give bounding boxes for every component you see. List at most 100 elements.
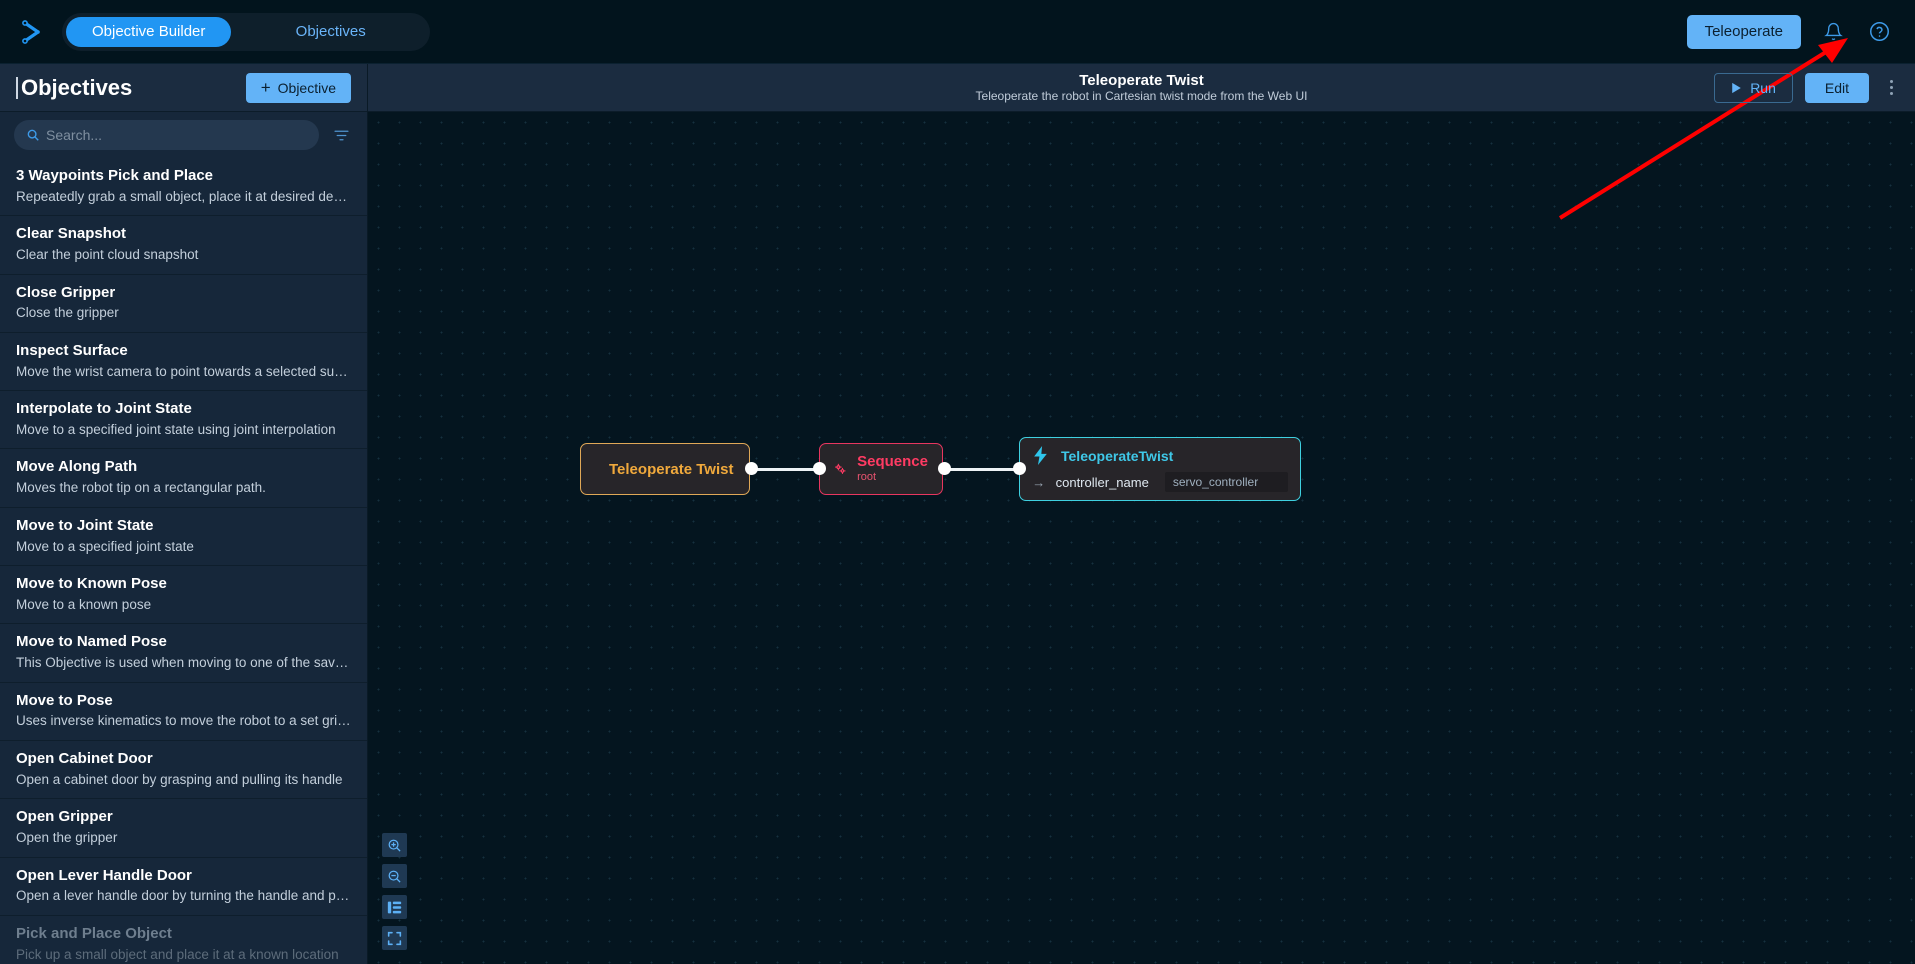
sidebar-header: Objectives + Objective bbox=[0, 64, 367, 112]
fit-screen-icon[interactable] bbox=[382, 926, 407, 950]
search-icon bbox=[27, 129, 39, 141]
port-action-in[interactable] bbox=[1013, 462, 1026, 475]
filter-icon[interactable] bbox=[329, 123, 353, 147]
objective-description: Uses inverse kinematics to move the robo… bbox=[16, 713, 351, 729]
objective-name: Move Along Path bbox=[16, 458, 138, 476]
list-item[interactable]: Close Gripper Close the gripper bbox=[0, 273, 367, 332]
node-action-header: TeleoperateTwist bbox=[1032, 446, 1288, 465]
list-item[interactable]: Move to Named Pose This Objective is used… bbox=[0, 623, 367, 681]
zoom-in-icon[interactable] bbox=[382, 833, 407, 857]
node-sequence[interactable]: Sequence root bbox=[819, 443, 943, 495]
run-button[interactable]: Run bbox=[1714, 72, 1793, 103]
objective-description: Open a lever handle door by turning the … bbox=[16, 888, 351, 904]
tab-objectives[interactable]: Objectives bbox=[235, 17, 426, 47]
list-item[interactable]: Open Cabinet Door Open a cabinet door by … bbox=[0, 739, 367, 798]
edge-objective-to-sequence bbox=[752, 467, 820, 471]
objectives-list[interactable]: 3 Waypoints Pick and Place Repeatedly gra… bbox=[0, 158, 367, 964]
canvas-zoom-controls bbox=[382, 833, 407, 950]
node-teleoperate-twist-objective[interactable]: Teleoperate Twist bbox=[580, 443, 750, 495]
objective-name: 3 Waypoints Pick and Place bbox=[16, 167, 214, 184]
app-root: Objective Builder Objectives Teleoperate bbox=[0, 0, 1915, 964]
tab-objective-builder[interactable]: Objective Builder bbox=[66, 16, 232, 47]
objective-name: Move to Joint State bbox=[16, 516, 154, 534]
objective-name: Pick and Place Object bbox=[16, 924, 172, 942]
graph-panel: Teleoperate Twist Teleoperate the robot … bbox=[368, 64, 1915, 964]
graph-header-actions: Run Edit bbox=[1714, 72, 1901, 103]
mode-tab-group: Objective Builder Objectives bbox=[62, 12, 430, 51]
main-body: Objectives + Objective Search... 3 Waypo… bbox=[0, 64, 1915, 964]
objective-name: Move to Named Pose bbox=[16, 633, 167, 651]
objective-name: Move to Pose bbox=[16, 691, 113, 709]
objective-description: Repeatedly grab a small object, place it… bbox=[16, 188, 351, 204]
objective-description: Move to a specified joint state using jo… bbox=[16, 421, 336, 437]
plus-icon: + bbox=[260, 78, 271, 97]
objective-description: Open a cabinet door by grasping and pull… bbox=[16, 771, 343, 787]
list-item[interactable]: Move Along Path Moves the robot tip on a … bbox=[0, 448, 367, 506]
bell-icon[interactable] bbox=[1819, 18, 1847, 46]
objective-name: Move to Known Pose bbox=[16, 575, 167, 593]
objectives-sidebar: Objectives + Objective Search... 3 Waypo… bbox=[0, 64, 368, 964]
kebab-menu-icon[interactable] bbox=[1881, 75, 1901, 101]
zoom-out-icon[interactable] bbox=[382, 864, 407, 888]
objective-description: This Objective is used when moving to on… bbox=[16, 655, 351, 671]
node-sequence-subtitle: root bbox=[857, 470, 877, 483]
edge-sequence-to-action bbox=[945, 467, 1019, 471]
node-sequence-title: Sequence bbox=[857, 453, 928, 471]
list-item[interactable]: Pick and Place Object Pick up a small obj… bbox=[0, 914, 367, 964]
top-bar: Objective Builder Objectives Teleoperate bbox=[0, 0, 1915, 64]
run-label: Run bbox=[1750, 79, 1776, 96]
node-objective-label: Teleoperate Twist bbox=[609, 460, 734, 478]
graph-header: Teleoperate Twist Teleoperate the robot … bbox=[368, 64, 1915, 112]
objective-description: Moves the robot tip on a rectangular pat… bbox=[16, 480, 266, 496]
behavior-tree-canvas[interactable]: Teleoperate Twist Sequence root Teleoper… bbox=[368, 112, 1915, 964]
objective-description: Pick up a small object and place it at a… bbox=[16, 946, 339, 962]
port-sequence-out[interactable] bbox=[938, 462, 951, 475]
objective-description: Close the gripper bbox=[16, 305, 119, 321]
edit-button[interactable]: Edit bbox=[1804, 72, 1869, 103]
add-objective-label: Objective bbox=[277, 79, 336, 96]
objective-description: Move the wrist camera to point towards a… bbox=[16, 363, 351, 379]
list-item[interactable]: Move to Known Pose Move to a known pose bbox=[0, 565, 367, 623]
chevron-right-logo-icon[interactable] bbox=[10, 10, 54, 54]
search-field-wrapper[interactable] bbox=[14, 120, 319, 150]
list-item[interactable]: Interpolate to Joint State Move to a spec… bbox=[0, 390, 367, 448]
list-item[interactable]: Inspect Surface Move the wrist camera to … bbox=[0, 331, 367, 390]
node-action-param-row: → controller_name servo_controller bbox=[1032, 472, 1288, 492]
objective-name: Inspect Surface bbox=[16, 341, 128, 359]
param-arrow-icon: → bbox=[1032, 474, 1046, 490]
gears-icon bbox=[835, 463, 846, 474]
graph-title: Teleoperate Twist bbox=[1079, 71, 1204, 89]
graph-subtitle: Teleoperate the robot in Cartesian twist… bbox=[975, 88, 1308, 103]
node-teleoperate-twist-action[interactable]: TeleoperateTwist → controller_name servo… bbox=[1019, 437, 1301, 501]
list-item[interactable]: Open Gripper Open the gripper bbox=[0, 798, 367, 856]
objective-name: Interpolate to Joint State bbox=[16, 400, 192, 418]
objective-description: Open the gripper bbox=[16, 830, 118, 846]
layout-grid-icon[interactable] bbox=[382, 895, 407, 919]
list-item[interactable]: Move to Pose Uses inverse kinematics to m… bbox=[0, 681, 367, 740]
port-sequence-in[interactable] bbox=[813, 462, 826, 475]
objective-name: Open Gripper bbox=[16, 808, 113, 826]
list-item[interactable]: Open Lever Handle Door Open a lever handl… bbox=[0, 856, 367, 915]
add-objective-button[interactable]: + Objective bbox=[245, 72, 351, 103]
search-input[interactable] bbox=[46, 127, 307, 143]
teleoperate-button[interactable]: Teleoperate bbox=[1686, 14, 1801, 49]
graph-title-block: Teleoperate Twist Teleoperate the robot … bbox=[368, 72, 1915, 104]
objective-name: Clear Snapshot bbox=[16, 225, 127, 243]
help-circle-icon[interactable] bbox=[1865, 18, 1893, 46]
objective-name: Close Gripper bbox=[16, 283, 116, 301]
sidebar-search-row bbox=[0, 112, 367, 158]
lightning-bolt-icon bbox=[1034, 446, 1047, 465]
port-objective-out[interactable] bbox=[745, 462, 758, 475]
node-sequence-text: Sequence root bbox=[857, 454, 928, 484]
list-item[interactable]: Move to Joint State Move to a specified j… bbox=[0, 506, 367, 565]
list-item[interactable]: 3 Waypoints Pick and Place Repeatedly gra… bbox=[0, 158, 367, 215]
list-item[interactable]: Clear Snapshot Clear the point cloud snap… bbox=[0, 215, 367, 273]
param-value-field[interactable]: servo_controller bbox=[1164, 472, 1288, 492]
node-action-title: TeleoperateTwist bbox=[1061, 447, 1174, 464]
page-title: Objectives bbox=[16, 76, 132, 99]
objective-description: Move to a specified joint state bbox=[16, 538, 194, 554]
objective-description: Move to a known pose bbox=[16, 596, 152, 612]
objective-name: Open Cabinet Door bbox=[16, 749, 153, 767]
objective-description: Clear the point cloud snapshot bbox=[16, 247, 199, 263]
param-key-label: controller_name bbox=[1055, 474, 1149, 490]
